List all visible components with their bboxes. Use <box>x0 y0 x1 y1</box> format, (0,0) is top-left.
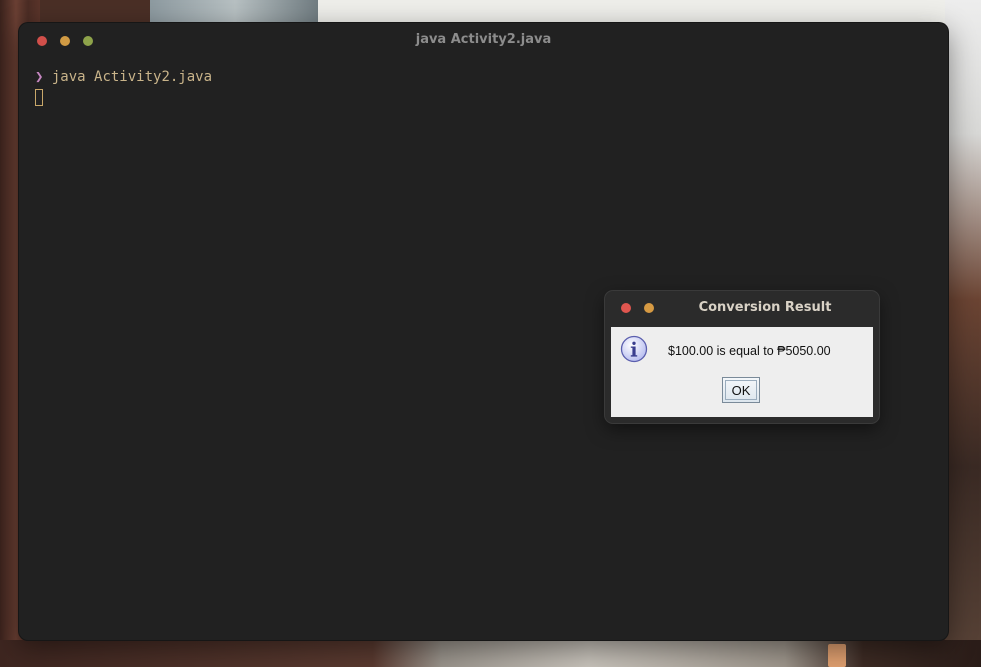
dialog-content: $100.00 is equal to ₱5050.00 OK <box>611 327 873 417</box>
command-text: java Activity2.java <box>51 69 213 85</box>
dialog-title: Conversion Result <box>698 300 832 315</box>
wallpaper-right-wall <box>945 0 981 667</box>
dialog-close-button[interactable] <box>621 303 631 313</box>
terminal-output[interactable]: ❯ java Activity2.java <box>35 67 212 112</box>
wallpaper-top-sky <box>318 0 950 24</box>
terminal-cursor <box>35 89 43 106</box>
cursor-line <box>35 87 212 112</box>
terminal-title: java Activity2.java <box>415 32 552 47</box>
conversion-result-dialog[interactable]: Conversion Result $100.00 is equal to ₱5… <box>605 291 879 423</box>
wallpaper-lantern <box>828 644 846 667</box>
terminal-titlebar[interactable]: java Activity2.java <box>19 23 948 57</box>
conversion-message: $100.00 is equal to ₱5050.00 <box>668 344 831 358</box>
dialog-minimize-button[interactable] <box>644 303 654 313</box>
wallpaper-top-building <box>150 0 320 24</box>
prompt-line: ❯ java Activity2.java <box>35 67 212 87</box>
ok-button-label: OK <box>725 380 757 400</box>
prompt-symbol: ❯ <box>35 69 44 85</box>
ok-button[interactable]: OK <box>722 377 760 403</box>
info-icon <box>620 335 648 363</box>
